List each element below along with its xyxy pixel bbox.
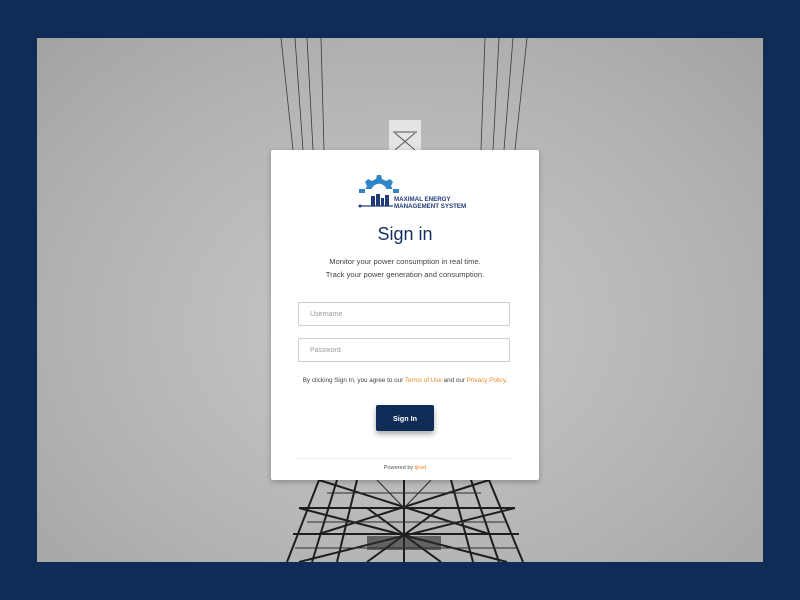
logo: MAXIMAL ENERGY MANAGEMENT SYSTEM: [357, 172, 466, 214]
sign-in-button[interactable]: Sign In: [376, 405, 434, 431]
powered-brand-link[interactable]: ijkod: [415, 465, 427, 471]
logo-line-1: MAXIMAL ENERGY: [394, 196, 451, 203]
subtitle-line-2: Track your power generation and consumpt…: [325, 269, 485, 279]
footer-divider: [297, 458, 513, 459]
terms-of-use-link[interactable]: Terms of Use: [405, 377, 442, 384]
password-input[interactable]: [298, 338, 510, 362]
username-input[interactable]: [298, 302, 510, 326]
agreement-prefix: By clicking Sign In, you agree to our: [302, 377, 405, 384]
logo-text: MAXIMAL ENERGY MANAGEMENT SYSTEM: [394, 196, 466, 210]
powered-prefix: Powered by: [383, 465, 415, 471]
logo-line-2: MANAGEMENT SYSTEM: [394, 203, 467, 210]
subtitle: Monitor your power consumption in real t…: [271, 256, 539, 281]
agreement-suffix: .: [505, 377, 508, 384]
background-photo: MAXIMAL ENERGY MANAGEMENT SYSTEM Sign in…: [37, 38, 763, 562]
subtitle-line-1: Monitor your power consumption in real t…: [329, 257, 481, 266]
powered-by: Powered by ijkod: [271, 465, 539, 471]
agreement-text: By clicking Sign In, you agree to our Te…: [271, 377, 539, 384]
page-title: Sign in: [377, 224, 433, 244]
privacy-policy-link[interactable]: Privacy Policy: [467, 377, 506, 384]
login-card: MAXIMAL ENERGY MANAGEMENT SYSTEM Sign in…: [271, 150, 539, 480]
agreement-middle: and our: [441, 377, 467, 384]
